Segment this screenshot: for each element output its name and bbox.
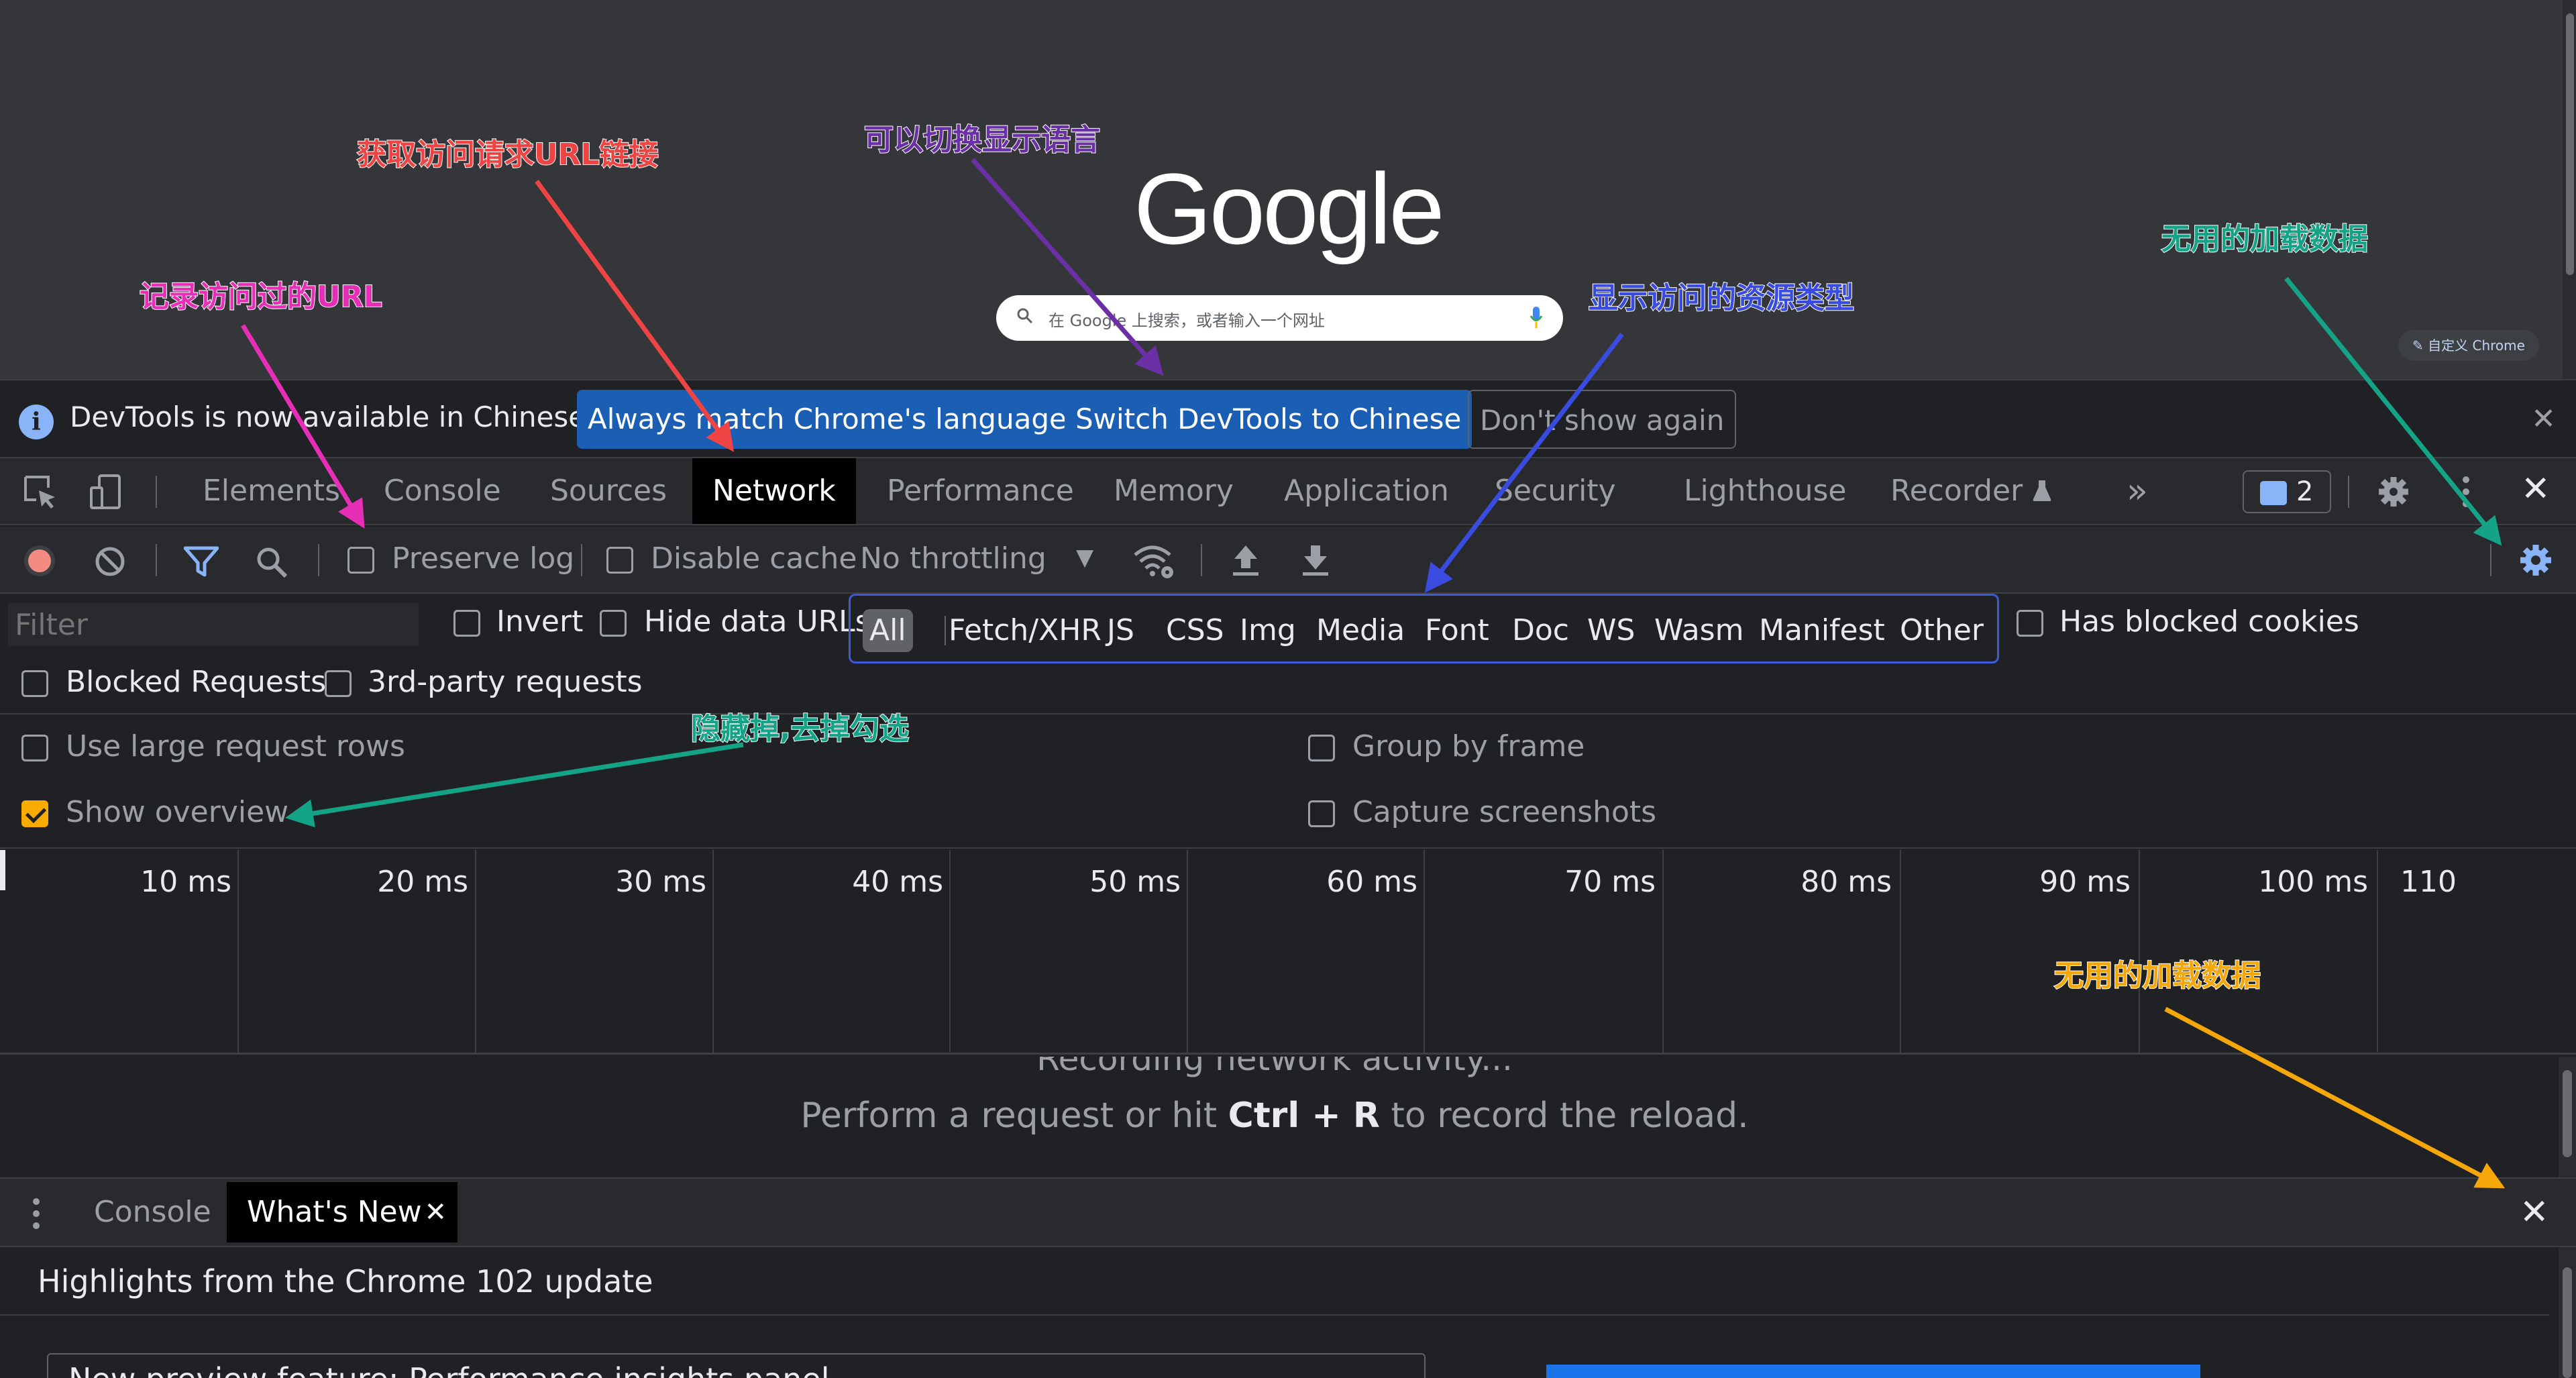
annotation-hide-uncheck: 隐藏掉,去掉勾选: [690, 711, 910, 747]
arrow-show-overview: [285, 742, 744, 828]
arrow-request-url: [535, 179, 735, 452]
annotation-record-urls: 记录访问过的URL: [139, 279, 383, 315]
annotation-arrows: [240, 158, 2506, 1189]
annotation-language: 可以切换显示语言: [863, 122, 1101, 158]
arrow-resource-types: [1424, 332, 1624, 593]
annotation-useless-top: 无用的加载数据: [2161, 221, 2369, 257]
annotation-request-url: 获取访问请求URL链接: [356, 137, 659, 172]
annotation-resource-types: 显示访问的资源类型: [1588, 280, 1855, 316]
arrow-record-urls: [240, 324, 365, 529]
arrow-language: [971, 158, 1164, 376]
annotation-useless-bottom: 无用的加载数据: [2053, 958, 2261, 994]
arrow-useless-top: [2284, 276, 2502, 546]
arrow-useless-bottom: [2164, 1006, 2506, 1189]
